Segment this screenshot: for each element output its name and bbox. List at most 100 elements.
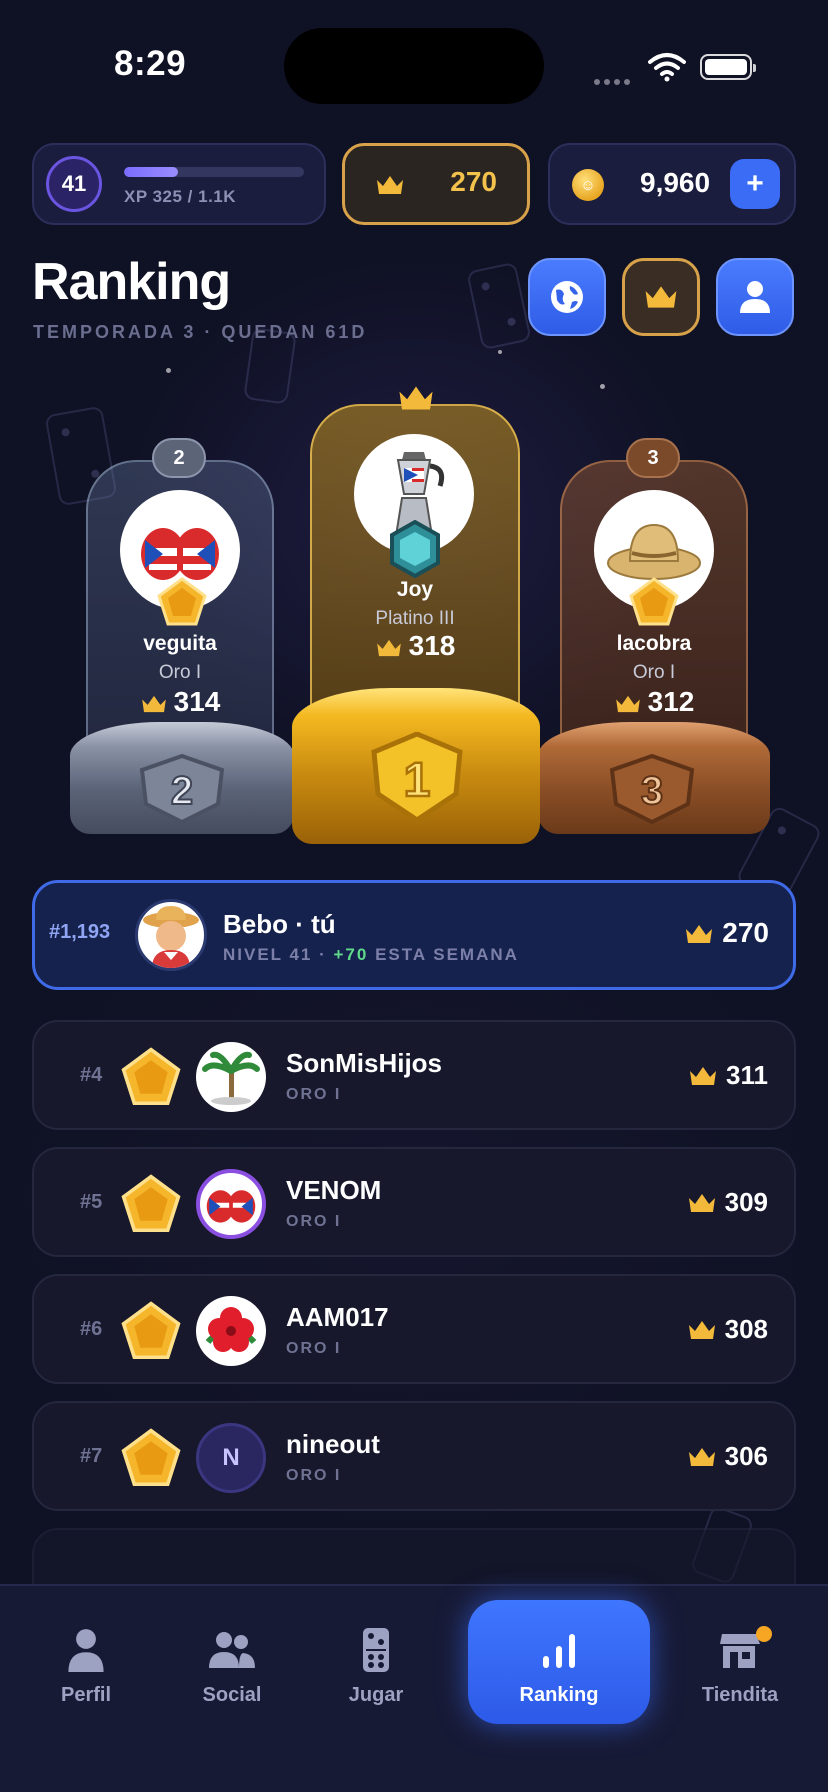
row-name: SonMisHijos — [286, 1048, 443, 1078]
people-icon — [209, 1632, 255, 1668]
tab-ranking[interactable]: Ranking — [468, 1600, 650, 1724]
xp-progress-fill — [124, 167, 178, 177]
gold-tier-badge-icon — [629, 577, 679, 626]
crown-pill[interactable]: 270 — [342, 143, 530, 225]
hibiscus-flower-icon — [205, 1307, 257, 1352]
list-item[interactable]: #4 SonMisHijos ORO I 311 — [32, 1020, 796, 1130]
my-weekly-gain: +70 — [333, 945, 369, 964]
crown-icon — [141, 695, 166, 713]
row-score-value: 311 — [726, 1060, 768, 1090]
crown-icon — [688, 1448, 715, 1466]
podium-score-1: 318 — [315, 630, 515, 662]
gold-tier-badge-icon — [157, 577, 207, 626]
tab-social[interactable]: Social — [172, 1624, 292, 1707]
tab-jugar[interactable]: Jugar — [316, 1624, 436, 1707]
tab-label: Social — [202, 1684, 262, 1706]
crown-icon — [377, 176, 403, 194]
palm-tree-icon — [202, 1051, 260, 1105]
my-rank: #1,193 — [49, 921, 111, 943]
cellular-signal-icon — [594, 72, 634, 90]
gold-shield-1-icon: 1 — [371, 732, 463, 822]
bottom-tab-bar: Perfil Social Jugar Ranking Tiendita — [0, 1584, 828, 1792]
podium-name-3: lacobra — [616, 632, 692, 655]
tab-label: Ranking — [519, 1684, 599, 1706]
globe-icon — [551, 281, 583, 313]
row-avatar — [196, 1296, 266, 1366]
season-subtitle: TEMPORADA 3 · QUEDAN 61D — [33, 322, 368, 342]
my-avatar — [135, 899, 207, 971]
bar-chart-icon — [543, 1634, 575, 1668]
row-score: 308 — [687, 1314, 768, 1345]
straw-hat-icon — [607, 523, 701, 580]
my-ranking-row[interactable]: #1,193 Bebo · tú NIVEL 41 · +70 ESTA SEM… — [32, 880, 796, 990]
svg-text:2: 2 — [171, 769, 193, 813]
podium-name-1: Joy — [396, 578, 434, 601]
row-avatar — [196, 1169, 266, 1239]
row-score: 309 — [687, 1187, 768, 1218]
xp-pill[interactable]: 41 XP 325 / 1.1K — [32, 143, 326, 225]
notification-dot — [756, 1626, 772, 1642]
bronze-shield-3-icon: 3 — [609, 754, 695, 824]
friends-ranking-button[interactable] — [716, 258, 794, 336]
page-title: Ranking — [32, 253, 231, 311]
crown-count: 270 — [450, 166, 497, 197]
row-rank: #4 — [80, 1064, 103, 1086]
battery-icon — [700, 54, 756, 80]
podium-score-value-2: 314 — [173, 686, 221, 717]
rank-chip-2: 2 — [152, 438, 206, 478]
my-weekly-summary: NIVEL 41 · +70 ESTA SEMANA — [223, 945, 519, 965]
season-ranking-button[interactable] — [622, 258, 700, 336]
domino-icon — [363, 1628, 389, 1672]
row-name: AAM017 — [286, 1302, 389, 1332]
crown-icon — [615, 695, 640, 713]
svg-text:1: 1 — [404, 754, 431, 807]
tab-tiendita[interactable]: Tiendita — [680, 1624, 800, 1707]
row-rank: #6 — [80, 1318, 103, 1340]
list-item[interactable]: #6 AAM017 ORO I 308 — [32, 1274, 796, 1384]
sparkle — [498, 350, 502, 354]
coin-icon: ☺ — [572, 169, 604, 201]
gold-tier-badge-icon — [121, 1301, 181, 1360]
platinum-tier-badge-icon — [390, 520, 440, 578]
rank-chip-3: 3 — [626, 438, 680, 478]
crown-icon — [376, 639, 401, 657]
crown-icon — [688, 1194, 715, 1212]
row-tier: ORO I — [286, 1213, 342, 1230]
tab-label: Perfil — [60, 1684, 112, 1706]
coin-pill[interactable]: ☺ 9,960 + — [548, 143, 796, 225]
tab-perfil[interactable]: Perfil — [26, 1624, 146, 1707]
row-score-value: 309 — [724, 1187, 768, 1217]
row-name: VENOM — [286, 1175, 382, 1205]
podium-score-3: 312 — [554, 686, 754, 718]
gold-tier-badge-icon — [121, 1174, 181, 1233]
level-badge: 41 — [46, 156, 102, 212]
svg-text:3: 3 — [641, 769, 663, 813]
list-item[interactable]: #5 VENOM ORO I 309 — [32, 1147, 796, 1257]
farmer-avatar-icon — [143, 906, 199, 968]
row-tier: ORO I — [286, 1340, 342, 1357]
crown-icon — [690, 1067, 717, 1085]
podium-score-value-1: 318 — [408, 630, 456, 661]
tab-label: Jugar — [348, 1684, 404, 1706]
gold-tier-badge-icon — [121, 1428, 181, 1487]
podium-name-2: veguita — [143, 632, 217, 655]
crown-icon — [688, 1321, 715, 1339]
my-score-value: 270 — [722, 917, 769, 948]
dynamic-island — [284, 28, 544, 104]
person-icon — [740, 281, 770, 313]
tab-label: Tiendita — [701, 1684, 779, 1706]
global-ranking-button[interactable] — [528, 258, 606, 336]
row-score: 306 — [687, 1441, 768, 1472]
row-tier: ORO I — [286, 1467, 342, 1484]
status-time: 8:29 — [114, 44, 187, 83]
my-weekly-label: ESTA SEMANA — [368, 945, 519, 964]
list-item[interactable]: #7 N nineout ORO I 306 — [32, 1401, 796, 1511]
crown-icon — [686, 925, 713, 943]
sparkle — [600, 384, 605, 389]
xp-progress-bar — [124, 167, 304, 177]
podium-score-2: 314 — [80, 686, 280, 718]
person-icon — [68, 1629, 104, 1672]
coin-count: 9,960 — [640, 167, 711, 198]
add-coins-button[interactable]: + — [730, 159, 780, 209]
xp-text: XP 325 / 1.1K — [124, 187, 237, 206]
